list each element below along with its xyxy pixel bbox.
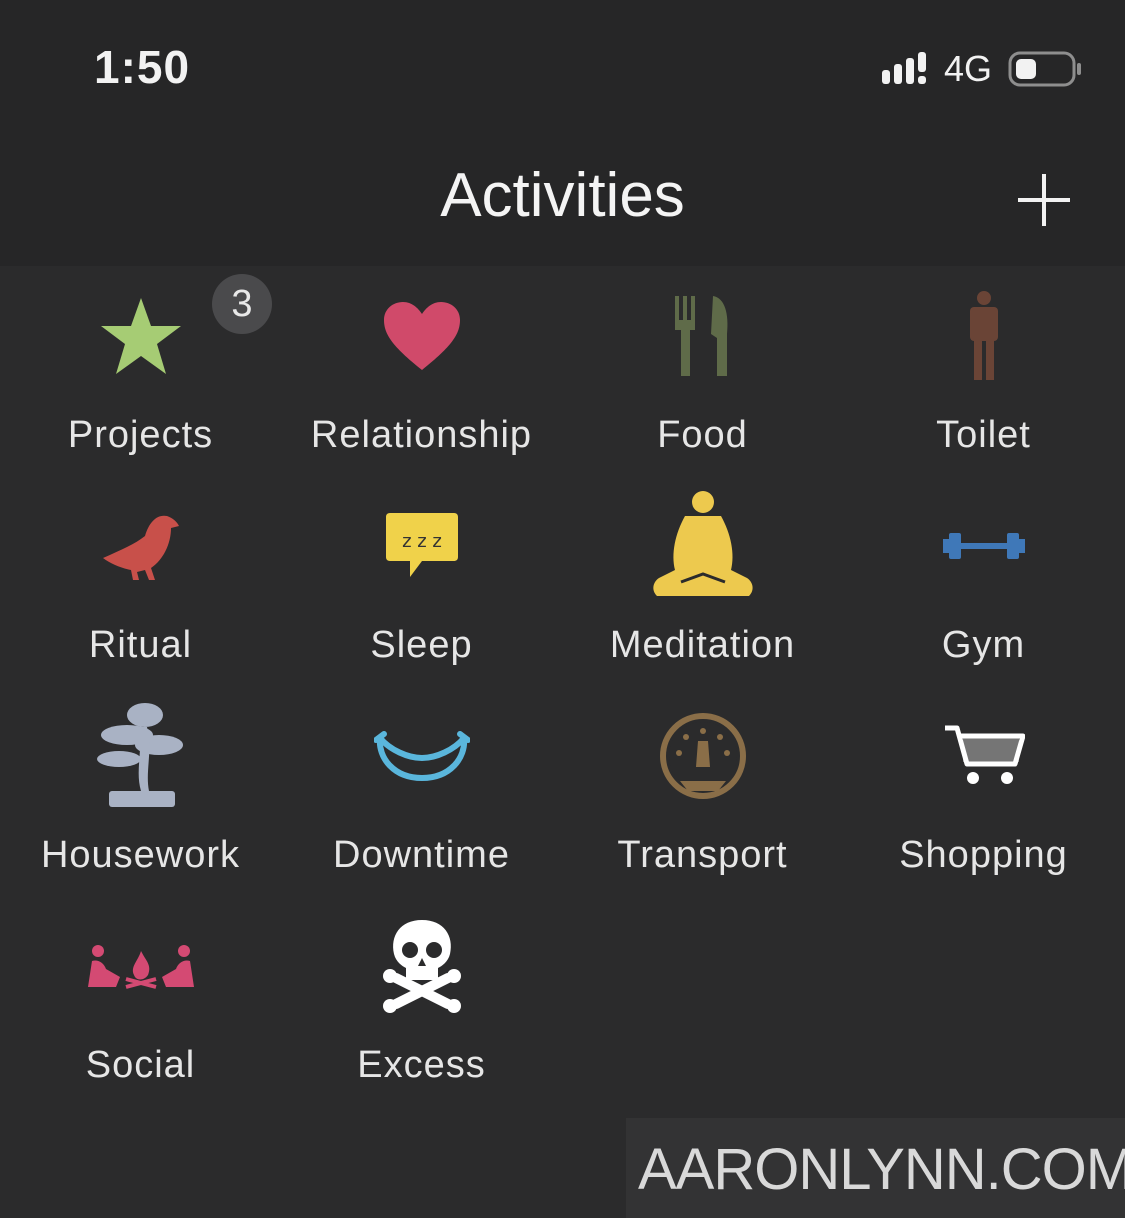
activity-label: Relationship xyxy=(310,414,533,456)
page-title: Activities xyxy=(440,161,685,230)
activity-label: Transport xyxy=(617,834,788,876)
activity-social[interactable]: Social xyxy=(0,896,281,1106)
bird-icon xyxy=(0,496,281,596)
activity-label: Downtime xyxy=(333,834,510,876)
svg-text:z z z: z z z xyxy=(402,531,442,552)
activity-gym[interactable]: Gym xyxy=(843,476,1124,686)
nav-bar: Activities xyxy=(0,130,1125,266)
activity-projects[interactable]: 3 Projects xyxy=(0,266,281,476)
smile-icon xyxy=(281,706,562,806)
watermark: AARONLYNN.COM xyxy=(626,1118,1125,1218)
dumbbell-icon xyxy=(843,496,1124,596)
status-bar: 1:50 4G xyxy=(0,0,1125,130)
activity-sleep[interactable]: z z z Sleep xyxy=(281,476,562,686)
activities-grid: 3 Projects Relationship Food Toilet Ritu… xyxy=(0,266,1125,1116)
activity-label: Gym xyxy=(941,624,1026,666)
activity-label: Excess xyxy=(357,1044,486,1086)
activity-label: Housework xyxy=(40,834,241,876)
fork-knife-icon xyxy=(562,286,843,386)
activity-relationship[interactable]: Relationship xyxy=(281,266,562,476)
activity-excess[interactable]: Excess xyxy=(281,896,562,1106)
person-icon xyxy=(843,286,1124,386)
activity-label: Shopping xyxy=(899,834,1068,876)
activity-label: Ritual xyxy=(88,624,193,666)
sleep-bubble-icon: z z z xyxy=(281,496,562,596)
activity-label: Meditation xyxy=(609,624,796,666)
activity-downtime[interactable]: Downtime xyxy=(281,686,562,896)
activity-housework[interactable]: Housework xyxy=(0,686,281,896)
watermark-text: AARONLYNN.COM xyxy=(638,1137,1125,1202)
battery-icon xyxy=(1008,51,1081,87)
activity-label: Social xyxy=(85,1044,196,1086)
skull-crossbones-icon xyxy=(281,916,562,1016)
network-type: 4G xyxy=(944,48,993,89)
cart-icon xyxy=(843,706,1124,806)
activity-label: Toilet xyxy=(936,414,1031,456)
speedometer-icon xyxy=(562,706,843,806)
activity-ritual[interactable]: Ritual xyxy=(0,476,281,686)
status-time: 1:50 xyxy=(94,41,191,93)
signal-icon xyxy=(882,52,926,84)
badge-count: 3 xyxy=(212,274,272,334)
bonsai-icon xyxy=(0,703,281,807)
meditation-icon xyxy=(562,491,843,596)
heart-icon xyxy=(281,286,562,386)
activity-toilet[interactable]: Toilet xyxy=(843,266,1124,476)
campfire-icon xyxy=(0,916,281,1016)
activity-food[interactable]: Food xyxy=(562,266,843,476)
activity-meditation[interactable]: Meditation xyxy=(562,476,843,686)
activity-label: Food xyxy=(657,414,748,456)
activity-label: Projects xyxy=(67,414,214,456)
plus-icon[interactable] xyxy=(1012,168,1076,232)
activity-shopping[interactable]: Shopping xyxy=(843,686,1124,896)
activity-label: Sleep xyxy=(370,624,473,666)
activity-transport[interactable]: Transport xyxy=(562,686,843,896)
